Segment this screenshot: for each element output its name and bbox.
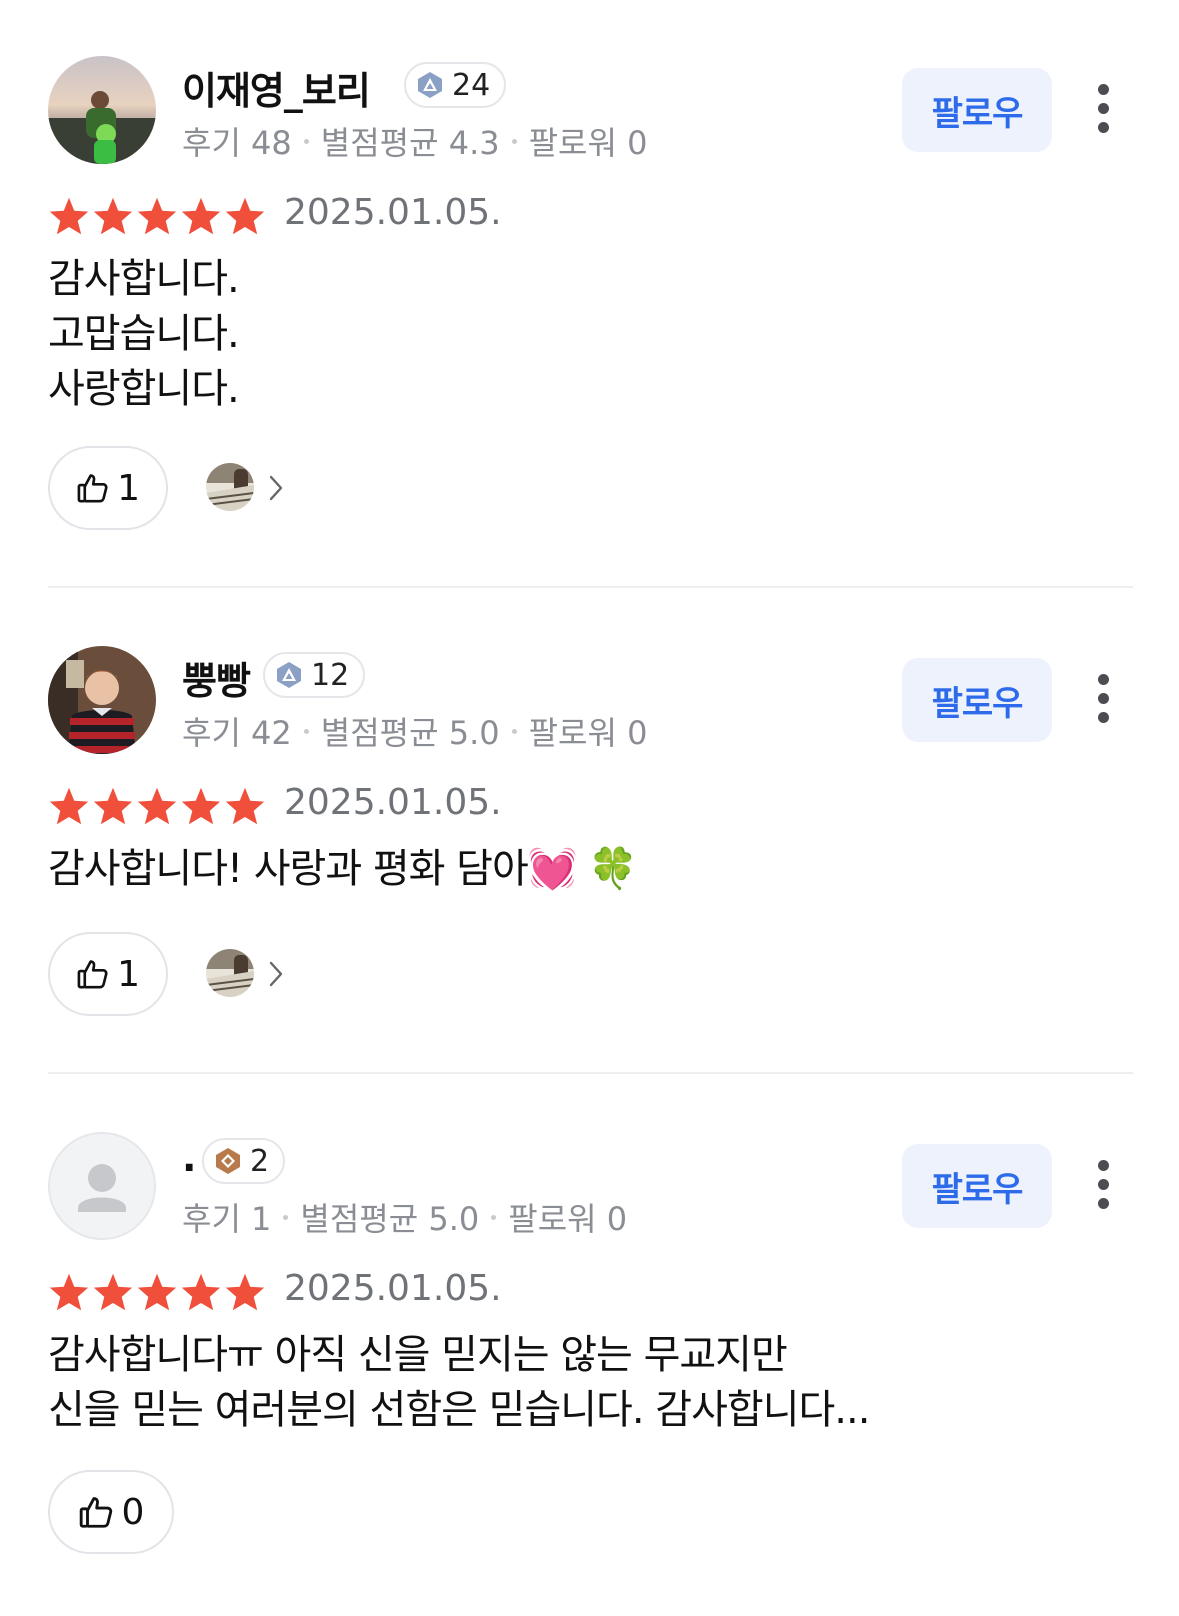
star-icon — [137, 197, 177, 235]
star-icon — [93, 787, 133, 825]
level-number: 24 — [452, 67, 491, 103]
average-rating: 별점평균 4.3 — [320, 124, 500, 162]
star-icon — [93, 1273, 133, 1311]
level-badge: 12 — [263, 652, 366, 698]
more-options-icon[interactable] — [1088, 78, 1118, 138]
review-count: 후기 48 — [182, 124, 292, 162]
like-count: 1 — [117, 953, 140, 995]
thumbs-up-icon — [77, 474, 108, 503]
user-stats: 후기 1 별점평균 5.0 팔로워 0 — [182, 1194, 627, 1240]
star-icon — [181, 1273, 221, 1311]
separator-dot — [283, 1214, 289, 1220]
user-avatar[interactable] — [48, 56, 156, 164]
more-options-icon[interactable] — [1088, 668, 1118, 728]
review-text: 감사합니다ㅠ 아직 신을 믿지는 않는 무교지만 신을 믿는 여러분의 선함은 … — [48, 1332, 870, 1433]
separator-dot — [511, 728, 517, 734]
bronze-level-icon — [216, 1148, 240, 1174]
thumbs-up-icon — [79, 1497, 112, 1528]
divider — [48, 1072, 1133, 1074]
thumbs-up-icon — [77, 960, 108, 989]
user-nickname[interactable]: 이재영_보리 — [182, 60, 371, 115]
review-date: 2025.01.05. — [284, 1268, 502, 1309]
review-text: 감사합니다! 사랑과 평화 담아💓 🍀 — [48, 846, 638, 892]
separator-dot — [511, 138, 517, 144]
like-button[interactable]: 0 — [48, 1470, 174, 1554]
user-avatar[interactable] — [48, 646, 156, 754]
star-icon — [225, 787, 265, 825]
star-rating — [48, 1272, 266, 1312]
review-text: 감사합니다. 고맙습니다. 사랑합니다. — [48, 256, 240, 412]
follow-button[interactable]: 팔로우 — [902, 658, 1052, 742]
divider — [48, 586, 1133, 588]
star-rating — [48, 786, 266, 826]
separator-dot — [303, 728, 309, 734]
review-count: 후기 1 — [182, 1200, 272, 1238]
level-badge: 2 — [202, 1138, 286, 1184]
chevron-right-icon[interactable] — [266, 473, 286, 503]
level-number: 12 — [311, 657, 350, 693]
star-icon — [137, 1273, 177, 1311]
blue-level-icon — [418, 72, 442, 98]
user-nickname[interactable]: . — [182, 1136, 196, 1180]
follow-button[interactable]: 팔로우 — [902, 68, 1052, 152]
review-item: 이재영_보리 24 후기 48 별점평균 4.3 팔로워 0 팔로우 2025.… — [0, 0, 1179, 590]
follower-count: 팔로워 0 — [528, 714, 648, 752]
blue-level-icon — [277, 662, 301, 688]
average-rating: 별점평균 5.0 — [320, 714, 500, 752]
like-count: 0 — [121, 1491, 145, 1533]
user-stats: 후기 48 별점평균 4.3 팔로워 0 — [182, 118, 647, 164]
user-stats: 후기 42 별점평균 5.0 팔로워 0 — [182, 708, 647, 754]
review-item: . 2 후기 1 별점평균 5.0 팔로워 0 팔로우 2025.01.05. … — [0, 1076, 1179, 1616]
star-icon — [49, 1273, 89, 1311]
follower-count: 팔로워 0 — [508, 1200, 628, 1238]
star-icon — [225, 1273, 265, 1311]
liker-avatar[interactable] — [206, 949, 254, 997]
user-nickname[interactable]: 뿡빵 — [182, 650, 251, 705]
star-icon — [137, 787, 177, 825]
separator-dot — [491, 1214, 497, 1220]
like-button[interactable]: 1 — [48, 932, 168, 1016]
liker-avatar[interactable] — [206, 463, 254, 511]
star-icon — [49, 787, 89, 825]
star-icon — [181, 197, 221, 235]
follow-button[interactable]: 팔로우 — [902, 1144, 1052, 1228]
review-date: 2025.01.05. — [284, 192, 502, 233]
star-icon — [181, 787, 221, 825]
chevron-right-icon[interactable] — [266, 959, 286, 989]
like-count: 1 — [117, 467, 140, 509]
star-icon — [93, 197, 133, 235]
follower-count: 팔로워 0 — [528, 124, 648, 162]
average-rating: 별점평균 5.0 — [300, 1200, 480, 1238]
star-rating — [48, 196, 266, 236]
level-number: 2 — [250, 1143, 270, 1179]
level-badge: 24 — [404, 62, 507, 108]
star-icon — [49, 197, 89, 235]
user-avatar[interactable] — [48, 1132, 156, 1240]
star-icon — [225, 197, 265, 235]
review-count: 후기 42 — [182, 714, 292, 752]
separator-dot — [303, 138, 309, 144]
review-item: 뿡빵 12 후기 42 별점평균 5.0 팔로워 0 팔로우 2025.01.0… — [0, 590, 1179, 1076]
more-options-icon[interactable] — [1088, 1154, 1118, 1214]
review-date: 2025.01.05. — [284, 782, 502, 823]
like-button[interactable]: 1 — [48, 446, 168, 530]
